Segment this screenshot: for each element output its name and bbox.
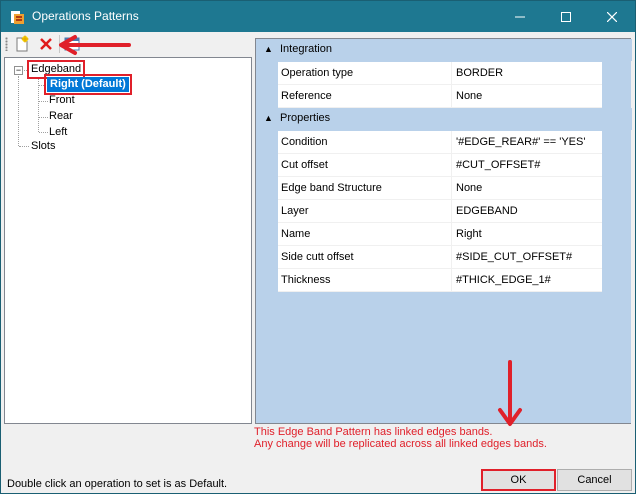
chevron-up-icon[interactable]: ▲ <box>264 44 273 54</box>
property-value[interactable]: None <box>453 85 602 107</box>
property-row[interactable]: Operation type BORDER <box>278 62 602 85</box>
tree-line <box>39 132 48 133</box>
tree-line <box>38 78 39 132</box>
cancel-button[interactable]: Cancel <box>557 469 632 491</box>
property-row[interactable]: Thickness #THICK_EDGE_1# <box>278 269 602 292</box>
property-row[interactable]: Name Right <box>278 223 602 246</box>
tree-line <box>39 101 48 102</box>
tree-node-edgeband[interactable]: Edgeband <box>26 60 86 79</box>
minimize-icon <box>515 16 525 17</box>
annotation-arrow-down-icon <box>498 360 522 426</box>
property-row[interactable]: Edge band Structure None <box>278 177 602 200</box>
property-value[interactable]: EDGEBAND <box>453 200 602 222</box>
window-title: Operations Patterns <box>32 9 139 23</box>
property-row[interactable]: Cut offset #CUT_OFFSET# <box>278 154 602 177</box>
property-name: Reference <box>278 85 452 107</box>
tree-node-rear[interactable]: Rear <box>49 109 73 124</box>
tree-node-front[interactable]: Front <box>49 93 75 108</box>
category-properties[interactable]: ▲ Properties <box>256 108 632 130</box>
category-label: Integration <box>280 43 332 55</box>
property-value[interactable]: #CUT_OFFSET# <box>453 154 602 176</box>
property-name: Operation type <box>278 62 452 84</box>
property-row[interactable]: Layer EDGEBAND <box>278 200 602 223</box>
chevron-up-icon[interactable]: ▲ <box>264 113 273 123</box>
close-icon <box>607 11 617 22</box>
tree-line <box>39 117 48 118</box>
new-document-icon <box>16 35 29 52</box>
tree-node-right-default[interactable]: Right (Default) <box>44 74 132 95</box>
property-value[interactable]: None <box>453 177 602 199</box>
property-row[interactable]: Side cutt offset #SIDE_CUT_OFFSET# <box>278 246 602 269</box>
operations-tree[interactable]: − Edgeband Right (Default) Front Rear Le… <box>4 57 252 424</box>
property-value[interactable]: Right <box>453 223 602 245</box>
property-name: Condition <box>278 131 452 153</box>
tree-line <box>39 85 46 86</box>
warning-line: Any change will be replicated across all… <box>254 438 547 450</box>
property-row[interactable]: Condition '#EDGE_REAR#' == 'YES' <box>278 131 602 154</box>
property-name: Name <box>278 223 452 245</box>
tree-node-slots[interactable]: Slots <box>31 139 55 154</box>
collapse-toggle-icon[interactable]: − <box>14 66 23 75</box>
property-name: Cut offset <box>278 154 452 176</box>
property-name: Layer <box>278 200 452 222</box>
category-label: Properties <box>280 112 331 124</box>
toolbar-grip[interactable] <box>5 37 8 51</box>
property-value[interactable]: #THICK_EDGE_1# <box>453 269 602 291</box>
property-name: Thickness <box>278 269 452 291</box>
new-operation-button[interactable] <box>13 35 31 53</box>
annotation-arrow-left-icon <box>59 35 131 55</box>
property-name: Side cutt offset <box>278 246 452 268</box>
status-hint: Double click an operation to set is as D… <box>7 478 228 490</box>
tree-node-left[interactable]: Left <box>49 125 67 140</box>
minimize-button[interactable] <box>497 1 543 32</box>
property-row[interactable]: Reference None <box>278 85 602 108</box>
category-integration[interactable]: ▲ Integration <box>256 39 632 61</box>
property-value[interactable]: BORDER <box>453 62 602 84</box>
property-grid[interactable]: ▲ Integration Operation type BORDER Refe… <box>255 38 632 424</box>
maximize-button[interactable] <box>543 1 589 32</box>
maximize-icon <box>561 11 571 22</box>
app-icon <box>10 9 26 25</box>
property-value[interactable]: #SIDE_CUT_OFFSET# <box>453 246 602 268</box>
property-name: Edge band Structure <box>278 177 452 199</box>
title-bar[interactable]: Operations Patterns <box>1 1 635 32</box>
property-value[interactable]: '#EDGE_REAR#' == 'YES' <box>453 131 602 153</box>
ok-button[interactable]: OK <box>481 469 556 491</box>
close-button[interactable] <box>589 1 635 32</box>
operations-patterns-dialog: Operations Patterns − Edgeband Right (De… <box>0 0 636 494</box>
tree-line <box>19 146 29 147</box>
tree-line <box>18 76 19 146</box>
